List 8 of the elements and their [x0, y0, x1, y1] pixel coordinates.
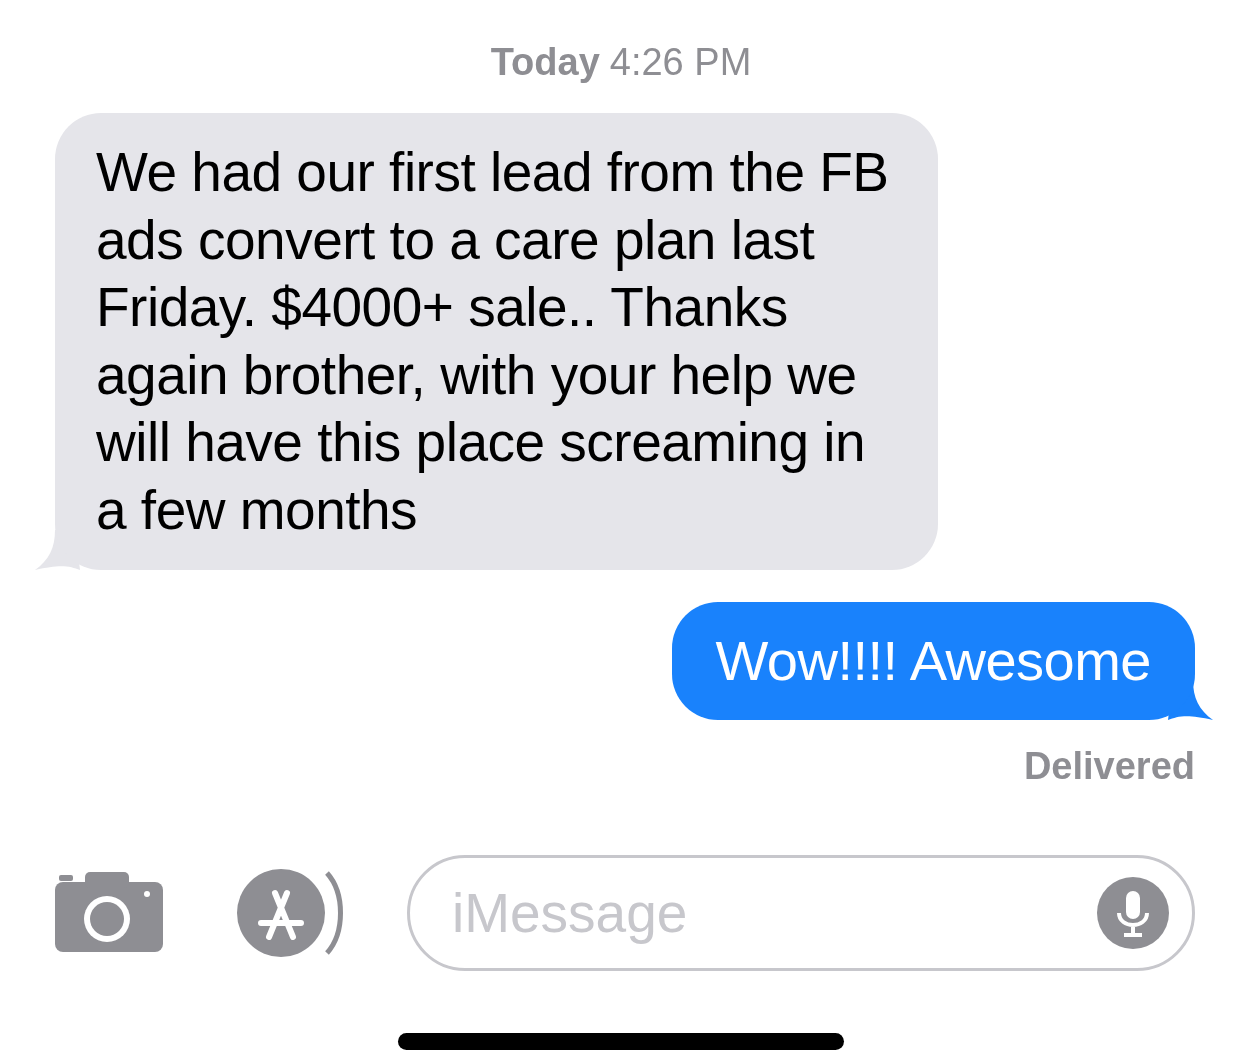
- message-input[interactable]: iMessage: [407, 855, 1195, 971]
- camera-icon[interactable]: [55, 872, 165, 954]
- timestamp-time: 4:26 PM: [609, 40, 752, 85]
- timestamp-day: Today: [490, 34, 600, 91]
- microphone-icon[interactable]: [1097, 877, 1169, 949]
- message-text: Wow!!!! Awesome: [715, 628, 1151, 694]
- delivery-status: Delivered: [1023, 745, 1195, 787]
- message-text: We had our first lead from the FB ads convert to a care plan last Friday. $4000+ sale.. Thanks again brother, with your help we will have this place screaming in a few months: [96, 140, 890, 543]
